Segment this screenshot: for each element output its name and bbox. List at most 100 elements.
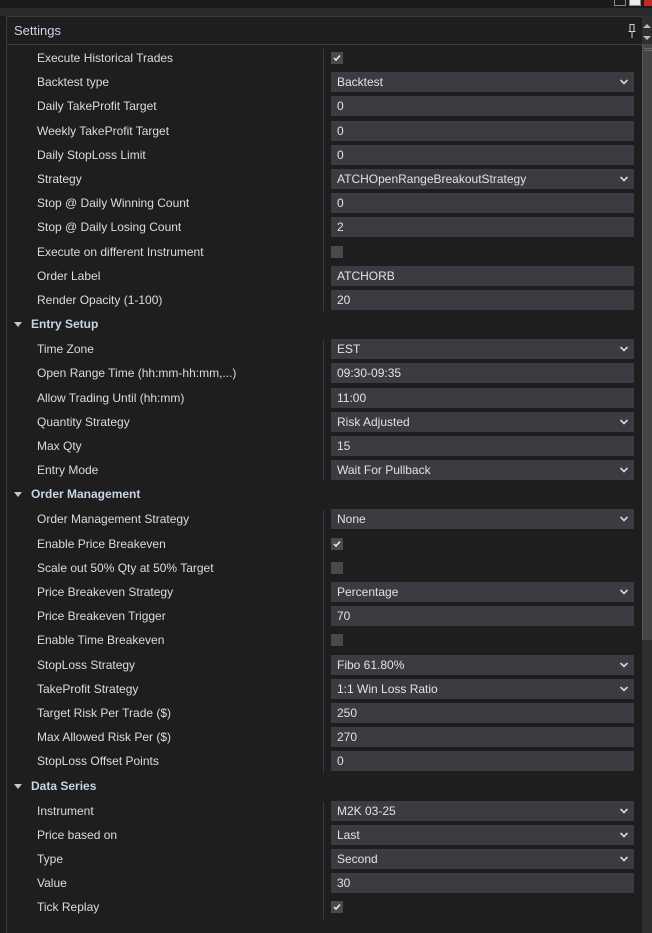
tick-replay-checkbox[interactable] [331,901,343,914]
field-value: 0 [337,147,344,162]
property-label: Execute on different Instrument [37,244,204,259]
stop-daily-winning-count-input[interactable]: 0 [331,193,634,214]
section-title: Data Series [31,778,97,793]
value-input[interactable]: 30 [331,873,634,894]
property-label: Enable Time Breakeven [37,633,165,648]
minimize-button[interactable] [614,0,626,6]
execute-on-different-instrument-checkbox[interactable] [331,245,343,258]
max-qty-input[interactable]: 15 [331,436,634,456]
property-label: Time Zone [37,342,94,357]
type-dropdown[interactable]: Second [331,849,634,869]
execute-historical-trades-checkbox[interactable] [331,52,343,64]
open-range-time-hh-mm-hh-mm-input[interactable]: 09:30-09:35 [331,363,634,384]
property-label: Render Opacity (1-100) [37,293,163,307]
stoploss-strategy-dropdown[interactable]: Fibo 61.80% [331,654,634,675]
price-based-on-dropdown[interactable]: Last [331,824,634,845]
column-divider[interactable] [323,49,324,312]
property-row-price-breakeven-trigger: Price Breakeven Trigger 70 [7,604,642,628]
takeprofit-strategy-dropdown[interactable]: 1:1 Win Loss Ratio [331,678,634,699]
property-row-enable-price-breakeven: Enable Price Breakeven [7,532,642,556]
scale-out-50-qty-at-50-target-checkbox[interactable] [331,561,343,574]
field-value: EST [337,342,361,357]
field-value: ATCHOpenRangeBreakoutStrategy [337,172,527,186]
property-label: Scale out 50% Qty at 50% Target [37,560,214,575]
property-label: Order Label [37,268,101,283]
section-entry-setup[interactable]: Entry Setup [7,312,642,336]
backtest-type-dropdown[interactable]: Backtest [331,72,634,93]
target-risk-per-trade-input[interactable]: 250 [331,703,634,723]
enable-price-breakeven-checkbox[interactable] [331,537,343,550]
daily-stoploss-limit-input[interactable]: 0 [331,144,634,165]
property-row-quantity-strategy: Quantity Strategy Risk Adjusted [7,410,642,434]
property-row-stoploss-strategy: StopLoss Strategy Fibo 61.80% [7,653,642,677]
scroll-up-arrow-icon[interactable] [643,24,651,28]
stoploss-offset-points-input[interactable]: 0 [331,751,634,772]
field-value: Last [337,827,360,842]
property-label: Stop @ Daily Losing Count [37,220,182,235]
field-value: Backtest [337,75,384,90]
field-value: Risk Adjusted [337,414,410,429]
property-label: Open Range Time (hh:mm-hh:mm,...) [37,366,237,381]
enable-time-breakeven-checkbox[interactable] [331,634,343,647]
column-divider[interactable] [323,340,324,482]
chevron-down-icon [620,516,628,523]
section-order-management[interactable]: Order Management [7,482,642,506]
property-label: Target Risk Per Trade ($) [37,706,172,720]
scrollbar-thumb[interactable] [642,44,652,640]
field-value: 2 [337,220,344,235]
field-value: ATCHORB [337,268,395,283]
pin-icon[interactable] [628,24,636,38]
price-breakeven-strategy-dropdown[interactable]: Percentage [331,582,634,602]
property-label: Price Breakeven Strategy [37,585,174,599]
property-row-execute-on-different-instrument: Execute on different Instrument [7,240,642,264]
daily-takeprofit-target-input[interactable]: 0 [331,96,634,117]
settings-panel: Settings Execute Historical Trades Backte… [6,16,642,933]
field-value: Wait For Pullback [337,463,431,478]
order-label-input[interactable]: ATCHORB [331,265,634,286]
close-button[interactable] [644,0,652,6]
restore-button[interactable] [629,0,641,6]
stop-daily-losing-count-input[interactable]: 2 [331,217,634,238]
collapse-triangle-icon[interactable] [14,492,22,498]
render-opacity-1-100-input[interactable]: 20 [331,290,634,310]
entry-mode-dropdown[interactable]: Wait For Pullback [331,460,634,481]
collapse-triangle-icon[interactable] [14,322,22,328]
vertical-scrollbar[interactable] [642,16,652,933]
chevron-down-icon [620,662,628,668]
field-value: None [337,512,366,527]
field-value: 270 [337,730,358,745]
instrument-dropdown[interactable]: M2K 03-25 [331,800,634,821]
column-divider[interactable] [323,510,324,773]
property-label: Price based on [37,827,118,842]
time-zone-dropdown[interactable]: EST [331,339,634,360]
checkmark-icon [333,904,341,911]
collapse-triangle-icon[interactable] [14,783,22,789]
weekly-takeprofit-target-input[interactable]: 0 [331,120,634,141]
checkmark-icon [333,540,341,547]
property-row-open-range-time-hh-mm-hh-mm: Open Range Time (hh:mm-hh:mm,...) 09:30-0… [7,361,642,385]
price-breakeven-trigger-input[interactable]: 70 [331,606,634,627]
chevron-down-icon [620,467,628,473]
window-title-bar [0,0,652,9]
chevron-down-icon [620,419,628,425]
property-label: Entry Mode [37,463,99,478]
section-data-series[interactable]: Data Series [7,774,642,798]
strategy-dropdown[interactable]: ATCHOpenRangeBreakoutStrategy [331,169,634,189]
scroll-down-arrow-icon[interactable] [643,36,651,40]
order-management-strategy-dropdown[interactable]: None [331,509,634,530]
field-value: M2K 03-25 [337,803,396,818]
chevron-down-icon [620,346,628,352]
field-value: 20 [337,293,351,307]
panel-title: Settings [14,23,61,38]
property-row-scale-out-50-qty-at-50-target: Scale out 50% Qty at 50% Target [7,556,642,580]
quantity-strategy-dropdown[interactable]: Risk Adjusted [331,411,634,432]
max-allowed-risk-per-input[interactable]: 270 [331,727,634,748]
column-divider[interactable] [323,801,324,919]
field-value: 30 [337,876,351,891]
property-label: Value [37,876,67,891]
chevron-down-icon [620,79,628,85]
property-row-allow-trading-until-hh-mm: Allow Trading Until (hh:mm) 11:00 [7,386,642,410]
allow-trading-until-hh-mm-input[interactable]: 11:00 [331,387,634,408]
property-label: Strategy [37,172,82,186]
property-row-backtest-type: Backtest type Backtest [7,70,642,94]
